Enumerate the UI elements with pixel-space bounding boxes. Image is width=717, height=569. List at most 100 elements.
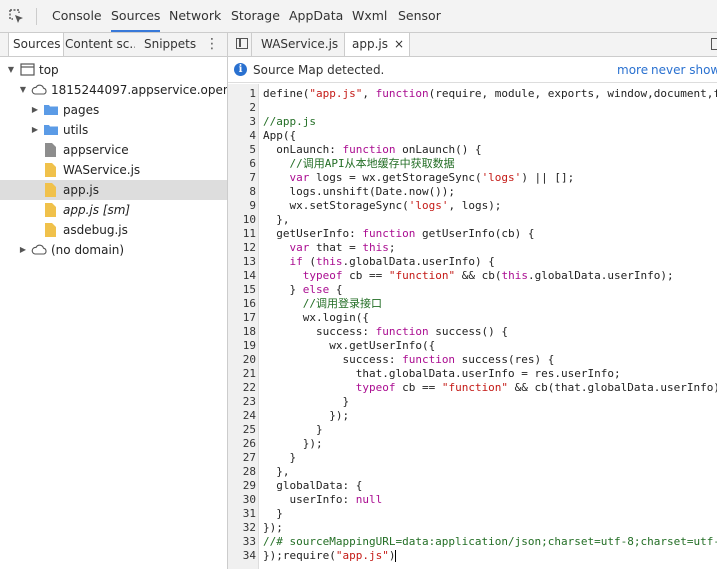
line-number[interactable]: 27 bbox=[228, 451, 256, 465]
code-token: wx.login({ bbox=[263, 311, 369, 324]
code-token: });require( bbox=[263, 549, 336, 562]
line-number[interactable]: 6 bbox=[228, 157, 256, 171]
editor-tab-label: WAService.js bbox=[261, 37, 339, 51]
code-token: } bbox=[263, 423, 323, 436]
tab-appdata[interactable]: AppData bbox=[289, 0, 343, 32]
line-number[interactable]: 18 bbox=[228, 325, 256, 339]
editor-tab-app-js[interactable]: app.js × bbox=[344, 33, 411, 56]
folder-icon bbox=[44, 125, 58, 135]
expanded-triangle-icon[interactable]: ▼ bbox=[6, 60, 16, 80]
code-line: 1 define("app.js", function(require, modu… bbox=[228, 87, 717, 101]
tab-wxml[interactable]: Wxml bbox=[352, 0, 387, 32]
line-number[interactable]: 31 bbox=[228, 507, 256, 521]
nav-tab-sources[interactable]: Sources bbox=[8, 33, 64, 56]
line-number[interactable]: 12 bbox=[228, 241, 256, 255]
code-text: }, bbox=[263, 213, 289, 227]
tree-node-waservice-js[interactable]: WAService.js bbox=[0, 160, 227, 180]
line-number[interactable]: 10 bbox=[228, 213, 256, 227]
code-editor[interactable]: 1 define("app.js", function(require, modu… bbox=[228, 84, 717, 569]
line-number[interactable]: 14 bbox=[228, 269, 256, 283]
code-token: getUserInfo: bbox=[263, 227, 363, 240]
code-text: var logs = wx.getStorageSync('logs') || … bbox=[263, 171, 575, 185]
source-map-infobar: i Source Map detected. more never show bbox=[228, 57, 717, 83]
tree-node-pages[interactable]: ▶ pages bbox=[0, 100, 227, 120]
tree-node-no-domain[interactable]: ▶ (no domain) bbox=[0, 240, 227, 260]
expanded-triangle-icon[interactable]: ▼ bbox=[18, 80, 28, 100]
tab-sensor[interactable]: Sensor bbox=[398, 0, 441, 32]
code-text: } else { bbox=[263, 283, 342, 297]
line-number[interactable]: 9 bbox=[228, 199, 256, 213]
tree-node-top[interactable]: ▼ top bbox=[0, 60, 227, 80]
code-text: define("app.js", function(require, modul… bbox=[263, 87, 717, 101]
tab-sources[interactable]: Sources bbox=[111, 0, 161, 32]
tree-node-asdebug-js[interactable]: asdebug.js bbox=[0, 220, 227, 240]
line-number[interactable]: 24 bbox=[228, 409, 256, 423]
code-token: }); bbox=[263, 409, 350, 422]
line-number[interactable]: 3 bbox=[228, 115, 256, 129]
line-number[interactable]: 8 bbox=[228, 185, 256, 199]
code-token: (require, module, exports, window,docume… bbox=[428, 87, 717, 100]
code-line: 14 typeof cb == "function" && cb(this.gl… bbox=[228, 269, 717, 283]
tab-console[interactable]: Console bbox=[52, 0, 102, 32]
code-line: 29 globalData: { bbox=[228, 479, 717, 493]
line-number[interactable]: 21 bbox=[228, 367, 256, 381]
tree-node-utils[interactable]: ▶ utils bbox=[0, 120, 227, 140]
inspect-element-icon[interactable] bbox=[8, 8, 26, 26]
nav-tab-content-scripts[interactable]: Content sc... bbox=[65, 33, 135, 56]
toggle-navigator-icon[interactable] bbox=[236, 38, 248, 49]
line-number[interactable]: 32 bbox=[228, 521, 256, 535]
line-number[interactable]: 5 bbox=[228, 143, 256, 157]
line-number[interactable]: 17 bbox=[228, 311, 256, 325]
code-line: 6 //调用API从本地缓存中获取数据 bbox=[228, 157, 717, 171]
line-number[interactable]: 1 bbox=[228, 87, 256, 101]
line-number[interactable]: 29 bbox=[228, 479, 256, 493]
toggle-debugger-icon[interactable] bbox=[711, 38, 717, 50]
never-show-link[interactable]: never show bbox=[651, 57, 717, 83]
more-options-icon[interactable]: ⋮ bbox=[205, 36, 219, 53]
collapsed-triangle-icon[interactable]: ▶ bbox=[30, 100, 40, 120]
nav-tab-snippets[interactable]: Snippets bbox=[144, 33, 199, 56]
line-number[interactable]: 22 bbox=[228, 381, 256, 395]
code-text: success: function success() { bbox=[263, 325, 508, 339]
tab-network[interactable]: Network bbox=[169, 0, 221, 32]
code-line: 21 that.globalData.userInfo = res.userIn… bbox=[228, 367, 717, 381]
line-number[interactable]: 25 bbox=[228, 423, 256, 437]
line-number[interactable]: 30 bbox=[228, 493, 256, 507]
collapsed-triangle-icon[interactable]: ▶ bbox=[30, 120, 40, 140]
close-tab-icon[interactable]: × bbox=[394, 33, 404, 56]
tree-node-appservice[interactable]: appservice bbox=[0, 140, 227, 160]
line-number[interactable]: 20 bbox=[228, 353, 256, 367]
code-line: 22 typeof cb == "function" && cb(that.gl… bbox=[228, 381, 717, 395]
line-number[interactable]: 15 bbox=[228, 283, 256, 297]
tree-node-app-js-sourcemap[interactable]: app.js [sm] bbox=[0, 200, 227, 220]
line-number[interactable]: 23 bbox=[228, 395, 256, 409]
line-number[interactable]: 16 bbox=[228, 297, 256, 311]
line-number[interactable]: 19 bbox=[228, 339, 256, 353]
collapsed-triangle-icon[interactable]: ▶ bbox=[18, 240, 28, 260]
line-number[interactable]: 11 bbox=[228, 227, 256, 241]
tree-label: WAService.js bbox=[63, 163, 141, 177]
code-token: 'logs' bbox=[481, 171, 522, 184]
code-text: onLaunch: function onLaunch() { bbox=[263, 143, 481, 157]
tree-node-app-js[interactable]: app.js bbox=[0, 180, 227, 200]
code-line: 34 });require("app.js") bbox=[228, 549, 717, 563]
line-number[interactable]: 26 bbox=[228, 437, 256, 451]
code-token: var bbox=[289, 241, 310, 254]
tree-node-appservice-domain[interactable]: ▼ 1815244097.appservice.open.weix bbox=[0, 80, 227, 100]
code-line: 18 success: function success() { bbox=[228, 325, 717, 339]
tree-label: pages bbox=[63, 103, 100, 117]
tab-storage[interactable]: Storage bbox=[231, 0, 280, 32]
line-number[interactable]: 13 bbox=[228, 255, 256, 269]
code-text: });require("app.js") bbox=[263, 549, 397, 563]
line-number[interactable]: 7 bbox=[228, 171, 256, 185]
line-number[interactable]: 28 bbox=[228, 465, 256, 479]
line-number[interactable]: 34 bbox=[228, 549, 256, 563]
code-token: cb == bbox=[395, 381, 442, 394]
line-number[interactable]: 4 bbox=[228, 129, 256, 143]
more-link[interactable]: more bbox=[617, 57, 648, 83]
editor-tab-waservice-js[interactable]: WAService.js bbox=[251, 33, 346, 56]
line-number[interactable]: 33 bbox=[228, 535, 256, 549]
line-number[interactable]: 2 bbox=[228, 101, 256, 115]
